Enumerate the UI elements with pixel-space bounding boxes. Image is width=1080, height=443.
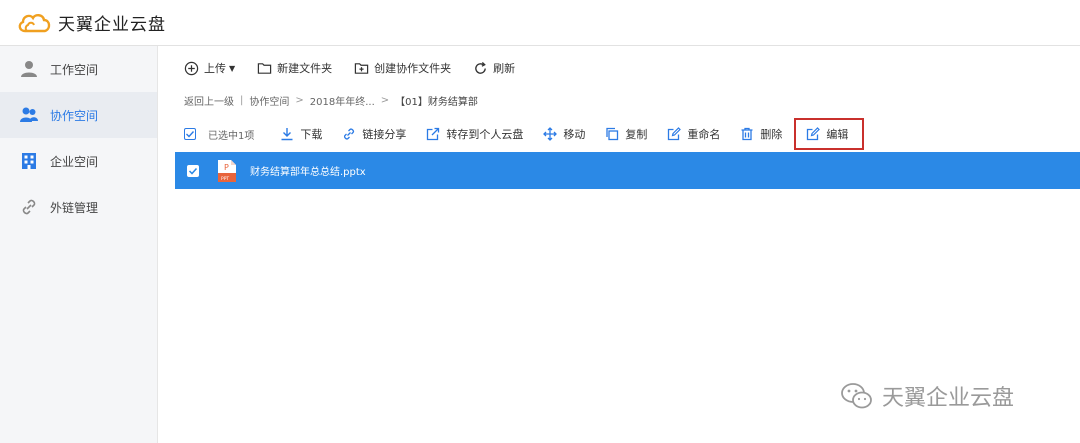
sidebar-item-label: 外链管理	[50, 200, 99, 215]
action-bar: 已选中1项 下载 链接分享 转存到个人云盘 移动 复制 重命名 删除 编辑	[184, 118, 884, 150]
create-collab-folder-label: 创建协作文件夹	[374, 62, 452, 75]
watermark: 天翼企业云盘	[840, 380, 1014, 412]
wechat-icon	[841, 383, 872, 409]
move-icon	[543, 127, 558, 141]
new-folder-button[interactable]: 新建文件夹	[257, 60, 332, 76]
breadcrumb-arrow: >	[380, 94, 390, 106]
new-folder-label: 新建文件夹	[277, 62, 333, 75]
trash-icon	[741, 127, 753, 141]
sidebar-item-enterprise-space[interactable]: 企业空间	[0, 138, 157, 184]
link-share-label: 链接分享	[362, 128, 407, 141]
link-share-button[interactable]: 链接分享	[342, 122, 406, 146]
users-icon	[20, 106, 38, 124]
refresh-icon	[475, 61, 486, 74]
refresh-button[interactable]: 刷新	[473, 60, 515, 76]
caret-down-icon: ▼	[229, 63, 236, 73]
app-header: 天翼企业云盘	[0, 0, 1080, 46]
selected-count: 已选中1项	[208, 130, 255, 142]
refresh-label: 刷新	[493, 62, 516, 75]
rename-label: 重命名	[687, 128, 721, 141]
sidebar-item-collab-space[interactable]: 协作空间	[0, 92, 157, 138]
link-icon	[344, 128, 355, 140]
app-window: 天翼企业云盘 工作空间 协作空间 企业空间 外链管理 上传 ▼ 新建文件夹 创建…	[0, 0, 1080, 443]
folder-icon	[257, 62, 272, 74]
user-icon	[20, 60, 38, 78]
create-collab-folder-button[interactable]: 创建协作文件夹	[354, 60, 451, 76]
download-icon	[281, 128, 293, 141]
copy-icon	[606, 127, 619, 141]
move-button[interactable]: 移动	[543, 122, 585, 146]
upload-button[interactable]: 上传 ▼	[184, 60, 235, 76]
svg-text:P: P	[224, 163, 229, 172]
breadcrumb-year-end[interactable]: 2018年年终...	[310, 93, 375, 108]
plus-circle-icon	[184, 61, 199, 75]
sidebar-item-label: 企业空间	[50, 154, 99, 169]
download-button[interactable]: 下载	[280, 122, 322, 146]
file-name[interactable]: 财务结算部年总总结.pptx	[250, 163, 366, 178]
sidebar-item-label: 协作空间	[50, 108, 99, 123]
sidebar-item-label: 工作空间	[50, 62, 99, 77]
breadcrumb-separator: |	[240, 94, 244, 106]
select-all-checkbox[interactable]	[184, 128, 196, 140]
edit-button[interactable]: 编辑	[794, 118, 865, 150]
rename-button[interactable]: 重命名	[667, 122, 720, 146]
file-row-checkbox[interactable]	[187, 164, 199, 177]
ppt-file-icon: P PPT	[217, 159, 237, 183]
toolbar: 上传 ▼ 新建文件夹 创建协作文件夹 刷新	[184, 54, 537, 82]
link-icon	[20, 198, 38, 216]
save-to-personal-button[interactable]: 转存到个人云盘	[426, 122, 523, 146]
delete-label: 删除	[760, 128, 783, 141]
upload-label: 上传	[204, 62, 226, 75]
svg-text:PPT: PPT	[221, 176, 229, 182]
save-to-personal-label: 转存到个人云盘	[446, 128, 524, 141]
check-icon	[188, 167, 198, 175]
download-label: 下载	[300, 128, 323, 141]
sidebar: 工作空间 协作空间 企业空间 外链管理	[0, 46, 158, 443]
file-row[interactable]: P PPT 财务结算部年总总结.pptx	[175, 152, 1080, 189]
app-title: 天翼企业云盘	[58, 15, 166, 35]
watermark-text: 天翼企业云盘	[882, 386, 1015, 411]
sidebar-item-link-management[interactable]: 外链管理	[0, 184, 157, 230]
delete-button[interactable]: 删除	[740, 122, 782, 146]
cloud-logo-icon	[16, 11, 52, 35]
copy-button[interactable]: 复制	[605, 122, 647, 146]
export-icon	[427, 127, 440, 141]
collab-folder-icon	[354, 62, 369, 74]
edit-label: 编辑	[826, 128, 849, 141]
breadcrumb: 返回上一级 | 协作空间 > 2018年年终... > 【01】财务结算部	[184, 92, 478, 108]
building-icon	[20, 152, 38, 170]
check-icon	[186, 131, 195, 138]
edit-icon	[807, 127, 821, 141]
breadcrumb-back-link[interactable]: 返回上一级	[184, 93, 234, 108]
sidebar-item-work-space[interactable]: 工作空间	[0, 46, 157, 92]
breadcrumb-current: 【01】财务结算部	[395, 96, 478, 108]
copy-label: 复制	[625, 128, 648, 141]
breadcrumb-collab-space[interactable]: 协作空间	[249, 93, 289, 108]
breadcrumb-arrow: >	[295, 94, 304, 106]
rename-icon	[668, 127, 682, 141]
move-label: 移动	[563, 128, 586, 141]
